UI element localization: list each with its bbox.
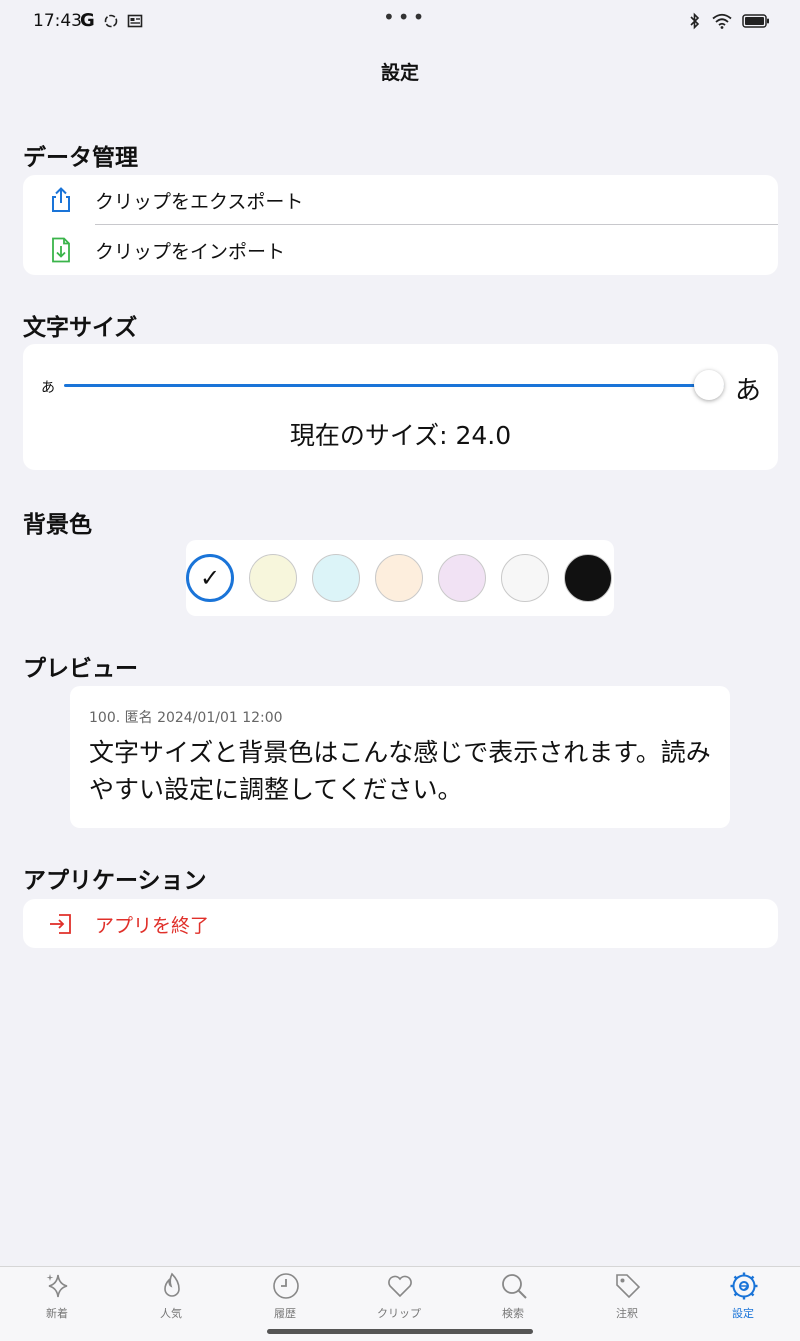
tab-clips[interactable]: クリップ [342, 1267, 456, 1327]
news-icon [127, 14, 143, 28]
tab-settings[interactable]: 設定 [686, 1267, 800, 1327]
color-swatch-picker: ✓ [186, 540, 614, 616]
section-title-data: データ管理 [23, 145, 138, 171]
exit-app-row[interactable]: アプリを終了 [23, 899, 778, 948]
data-card: クリップをエクスポート クリップをインポート [23, 175, 778, 275]
share-icon [52, 187, 70, 212]
status-bar: 17:43 G ••• [0, 0, 800, 44]
exit-app-label: アプリを終了 [95, 915, 210, 937]
large-size-glyph: あ [735, 376, 762, 406]
tab-notes[interactable]: 注釈 [570, 1267, 684, 1327]
tab-label: 人気 [160, 1307, 182, 1320]
status-time: 17:43 [33, 11, 82, 31]
gear-icon [730, 1272, 758, 1300]
export-label: クリップをエクスポート [95, 191, 304, 213]
section-title-application: アプリケーション [23, 868, 207, 894]
tab-new[interactable]: 新着 [0, 1267, 114, 1327]
section-title-font-size: 文字サイズ [23, 315, 138, 341]
section-title-preview: プレビュー [23, 656, 138, 682]
sparkle-icon [46, 1274, 68, 1298]
tab-label: クリップ [377, 1307, 421, 1320]
tab-search[interactable]: 検索 [456, 1267, 570, 1327]
import-row[interactable]: クリップをインポート [23, 225, 778, 275]
font-size-card: あ あ 現在のサイズ: 24.0 [23, 344, 778, 470]
small-size-glyph: あ [41, 380, 55, 396]
tab-history[interactable]: 履歴 [228, 1267, 342, 1327]
export-row[interactable]: クリップをエクスポート [23, 175, 778, 225]
color-swatch[interactable] [438, 554, 486, 602]
color-swatch[interactable]: ✓ [186, 554, 234, 602]
import-label: クリップをインポート [95, 241, 286, 263]
preview-text: 文字サイズと背景色はこんな感じで表示されます。読みやすい設定に調整してください。 [89, 738, 711, 804]
application-card: アプリを終了 [23, 899, 778, 948]
tab-label: 新着 [46, 1307, 68, 1320]
google-icon: G [80, 10, 95, 31]
tag-icon [616, 1274, 641, 1299]
wifi-icon [712, 13, 732, 29]
bluetooth-icon [690, 12, 700, 30]
color-swatch[interactable] [501, 554, 549, 602]
tab-popular[interactable]: 人気 [114, 1267, 228, 1327]
color-swatch[interactable] [375, 554, 423, 602]
heart-icon [388, 1275, 412, 1298]
current-size-readout: 現在のサイズ: 24.0 [289, 421, 512, 450]
sync-icon [104, 14, 118, 28]
color-swatch[interactable] [249, 554, 297, 602]
font-size-slider-thumb[interactable] [694, 370, 724, 400]
flame-icon [164, 1272, 180, 1297]
file-import-icon [52, 237, 70, 263]
multitask-dots[interactable]: ••• [383, 5, 427, 29]
checkmark-icon: ✓ [199, 564, 221, 592]
search-icon [502, 1274, 527, 1299]
tab-label: 注釈 [616, 1307, 638, 1320]
tab-label: 設定 [732, 1307, 754, 1320]
color-swatch[interactable] [312, 554, 360, 602]
preview-meta: 100. 匿名 2024/01/01 12:00 [89, 710, 283, 726]
tab-label: 履歴 [274, 1307, 296, 1320]
page-title: 設定 [380, 62, 419, 84]
color-swatch[interactable] [564, 554, 612, 602]
clock-icon [273, 1273, 299, 1299]
exit-icon [50, 914, 71, 934]
preview-card: 100. 匿名 2024/01/01 12:00 文字サイズと背景色はこんな感じ… [70, 686, 730, 828]
font-size-slider-track[interactable] [64, 384, 724, 387]
section-title-background: 背景色 [23, 512, 92, 538]
home-indicator[interactable] [267, 1329, 533, 1334]
battery-icon [742, 14, 769, 28]
tab-label: 検索 [502, 1307, 524, 1320]
